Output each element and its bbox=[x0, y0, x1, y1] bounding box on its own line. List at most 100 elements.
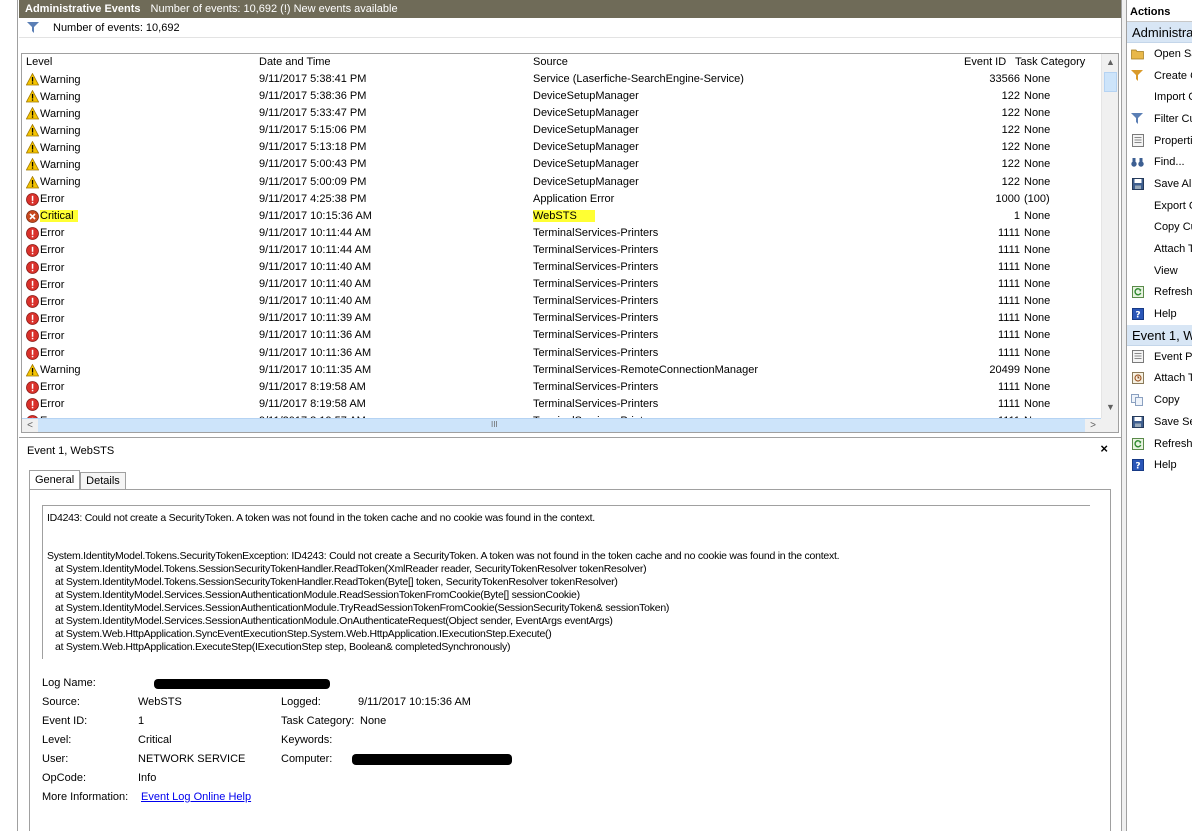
task-category-value: None bbox=[360, 715, 387, 727]
table-row[interactable]: Warning 9/11/2017 5:38:41 PM Service (Lase… bbox=[22, 70, 1101, 87]
message-line: at System.IdentityModel.Services.Session… bbox=[47, 615, 613, 627]
scroll-left-arrow[interactable]: < bbox=[22, 419, 38, 432]
table-row[interactable]: Error 9/11/2017 8:19:58 AM TerminalService… bbox=[22, 395, 1101, 412]
row-date: 9/11/2017 10:11:44 AM bbox=[259, 226, 372, 239]
critical-icon bbox=[26, 209, 39, 223]
table-row[interactable]: Error 9/11/2017 10:11:44 AM TerminalServic… bbox=[22, 241, 1101, 258]
action-item[interactable]: Save Sel bbox=[1127, 411, 1192, 433]
column-header-task-category[interactable]: Task Category bbox=[1015, 56, 1085, 68]
action-item[interactable]: Filter Cu bbox=[1127, 108, 1192, 130]
close-icon[interactable]: × bbox=[1100, 441, 1108, 456]
view-title: Administrative Events bbox=[25, 3, 141, 15]
source-label: Source: bbox=[42, 696, 80, 708]
message-line: at System.IdentityModel.Tokens.SessionSe… bbox=[47, 576, 618, 588]
error-icon bbox=[26, 278, 39, 292]
actions-list-admin: Open Sa Create C Import C Filter Cu Properti… bbox=[1127, 43, 1192, 325]
actions-pane: Actions Administra Open Sa Create C Import… bbox=[1127, 0, 1192, 831]
action-item[interactable]: Find... bbox=[1127, 151, 1192, 173]
action-item-label: Help bbox=[1154, 459, 1177, 472]
help-icon: ? bbox=[1131, 459, 1144, 472]
properties-icon bbox=[1131, 134, 1144, 148]
action-item[interactable]: Import C bbox=[1127, 86, 1192, 108]
row-task-category: None bbox=[1024, 363, 1051, 376]
action-item[interactable]: Open Sa bbox=[1127, 43, 1192, 65]
vertical-scrollbar[interactable]: ▲ ▼ bbox=[1101, 54, 1118, 418]
action-item[interactable]: Refresh bbox=[1127, 433, 1192, 455]
column-header-source[interactable]: Source bbox=[533, 56, 568, 68]
row-event-id: 1111 bbox=[997, 295, 1020, 308]
event-log-online-help-link[interactable]: Event Log Online Help bbox=[141, 791, 251, 803]
row-task-category: None bbox=[1024, 329, 1051, 342]
scroll-down-arrow[interactable]: ▼ bbox=[1104, 400, 1117, 415]
table-row[interactable]: Warning 9/11/2017 5:33:47 PM DeviceSetupMa… bbox=[22, 104, 1101, 121]
scroll-up-arrow[interactable]: ▲ bbox=[1104, 55, 1117, 70]
action-item[interactable]: Copy Cu bbox=[1127, 217, 1192, 239]
action-item-label: Help bbox=[1154, 308, 1177, 321]
opcode-label: OpCode: bbox=[42, 772, 87, 784]
row-level: Critical bbox=[26, 209, 78, 223]
row-level-text: Error bbox=[40, 295, 65, 308]
column-header-event-id[interactable]: Event ID bbox=[964, 56, 1006, 68]
warning-icon bbox=[25, 106, 40, 120]
table-row[interactable]: Error 9/11/2017 10:11:44 AM TerminalServic… bbox=[22, 224, 1101, 241]
table-row[interactable]: Error 9/11/2017 8:19:58 AM TerminalService… bbox=[22, 378, 1101, 395]
table-row[interactable]: Error 9/11/2017 10:11:36 AM TerminalServic… bbox=[22, 326, 1101, 343]
save-icon bbox=[1131, 415, 1144, 428]
action-item[interactable]: Refresh bbox=[1127, 282, 1192, 304]
error-icon bbox=[26, 226, 39, 240]
horizontal-scrollbar[interactable]: < III > bbox=[22, 418, 1101, 432]
row-level: Warning bbox=[25, 89, 81, 103]
message-line: at System.Web.HttpApplication.ExecuteSte… bbox=[47, 641, 511, 653]
row-task-category: None bbox=[1024, 175, 1051, 188]
table-row[interactable]: Error 9/11/2017 10:11:40 AM TerminalServic… bbox=[22, 275, 1101, 292]
actions-section-admin[interactable]: Administra bbox=[1127, 22, 1192, 43]
action-item[interactable]: ? Help bbox=[1127, 454, 1192, 476]
blank-icon bbox=[1131, 199, 1144, 212]
table-row[interactable]: Critical 9/11/2017 10:15:36 AM WebSTS 1 None bbox=[22, 207, 1101, 224]
table-row[interactable]: Warning 9/11/2017 5:00:09 PM DeviceSetupMa… bbox=[22, 173, 1101, 190]
action-item[interactable]: Create C bbox=[1127, 65, 1192, 87]
table-row[interactable]: Error 9/11/2017 10:11:40 AM TerminalServic… bbox=[22, 258, 1101, 275]
column-header-level[interactable]: Level bbox=[26, 56, 52, 68]
row-event-id: 1111 bbox=[997, 329, 1020, 342]
event-message-box[interactable]: ID4243: Could not create a SecurityToken… bbox=[42, 505, 1090, 659]
action-item[interactable]: ? Help bbox=[1127, 303, 1192, 325]
row-event-id: 1111 bbox=[997, 312, 1020, 325]
row-level-text: Warning bbox=[40, 73, 81, 86]
table-row[interactable]: Error 9/11/2017 10:11:39 AM TerminalServic… bbox=[22, 309, 1101, 326]
row-date: 9/11/2017 10:15:36 AM bbox=[259, 209, 372, 222]
table-row[interactable]: Warning 9/11/2017 10:11:35 AM TerminalServ… bbox=[22, 361, 1101, 378]
action-item-label: Save All bbox=[1154, 177, 1192, 190]
table-row[interactable]: Error 9/11/2017 10:11:36 AM TerminalServic… bbox=[22, 344, 1101, 361]
action-item[interactable]: Copy bbox=[1127, 389, 1192, 411]
action-item[interactable]: Attach T bbox=[1127, 238, 1192, 260]
scroll-thumb[interactable] bbox=[1104, 72, 1117, 92]
table-row[interactable]: Error 9/11/2017 10:11:40 AM TerminalServic… bbox=[22, 292, 1101, 309]
table-row[interactable]: Error 9/11/2017 4:25:38 PM Application Err… bbox=[22, 190, 1101, 207]
error-icon bbox=[26, 346, 39, 360]
action-item[interactable]: Event Pr bbox=[1127, 346, 1192, 368]
tab-details[interactable]: Details bbox=[80, 472, 126, 489]
action-item[interactable]: Save All bbox=[1127, 173, 1192, 195]
table-row[interactable]: Warning 9/11/2017 5:00:43 PM DeviceSetupMa… bbox=[22, 155, 1101, 172]
opcode-value: Info bbox=[138, 772, 157, 784]
warning-icon bbox=[25, 123, 40, 137]
table-row[interactable]: Warning 9/11/2017 5:15:06 PM DeviceSetupMa… bbox=[22, 121, 1101, 138]
column-header-date[interactable]: Date and Time bbox=[259, 56, 331, 68]
table-row[interactable]: Warning 9/11/2017 5:38:36 PM DeviceSetupMa… bbox=[22, 87, 1101, 104]
row-event-id: 1111 bbox=[997, 397, 1020, 410]
table-row[interactable]: Warning 9/11/2017 5:13:18 PM DeviceSetupMa… bbox=[22, 138, 1101, 155]
actions-section-event[interactable]: Event 1, W bbox=[1127, 324, 1192, 346]
action-item-label: View bbox=[1154, 264, 1178, 277]
action-item[interactable]: Properti bbox=[1127, 130, 1192, 152]
action-item[interactable]: Attach T bbox=[1127, 368, 1192, 390]
row-source: TerminalServices-Printers bbox=[533, 261, 659, 274]
action-item[interactable]: View bbox=[1127, 260, 1192, 282]
binoculars-icon bbox=[1131, 156, 1144, 169]
action-item[interactable]: Export C bbox=[1127, 195, 1192, 217]
scroll-right-arrow[interactable]: > bbox=[1085, 419, 1101, 432]
row-event-id: 1111 bbox=[997, 243, 1020, 256]
tab-general[interactable]: General bbox=[29, 470, 81, 489]
row-level-text: Error bbox=[40, 193, 65, 206]
main-pane: Administrative Events Number of events: … bbox=[19, 0, 1121, 831]
